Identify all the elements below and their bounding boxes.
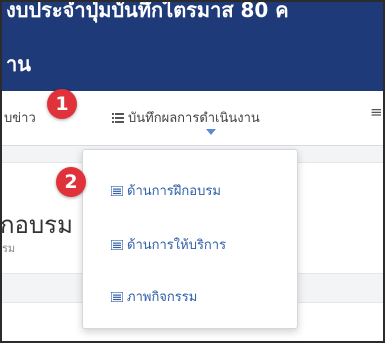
- dropdown-item-services[interactable]: ด้านการให้บริการ: [111, 234, 226, 255]
- list-icon: [111, 292, 123, 302]
- nav-item-record-results-label: บันทึกผลการดำเนินงาน: [128, 111, 260, 126]
- dropdown-item-activities[interactable]: ภาพกิจกรรม: [111, 286, 197, 307]
- step-badge-2: 2: [56, 167, 86, 197]
- dropdown-caret-icon: [206, 129, 216, 135]
- list-icon: [112, 113, 124, 123]
- dropdown-item-training[interactable]: ด้านการฝึกอบรม: [111, 180, 221, 201]
- nav-item-news[interactable]: บข่าว: [4, 107, 36, 128]
- menu-toggle-icon[interactable]: ≡: [370, 103, 383, 121]
- header-title-line2: าน: [6, 52, 31, 76]
- list-icon: [111, 186, 123, 196]
- header-title-line1: งบประจำปุ่มบันทึกไตรมาส 80 ค: [6, 2, 289, 22]
- list-icon: [111, 240, 123, 250]
- nav-item-record-results[interactable]: บันทึกผลการดำเนินงาน: [112, 107, 260, 128]
- screenshot-frame: งบประจำปุ่มบันทึกไตรมาส 80 ค าน บข่าว บั…: [0, 0, 385, 343]
- step-badge-1: 1: [47, 89, 77, 119]
- site-header: งบประจำปุ่มบันทึกไตรมาส 80 ค าน: [2, 2, 383, 91]
- dropdown-item-services-label: ด้านการให้บริการ: [127, 238, 227, 253]
- dropdown-item-training-label: ด้านการฝึกอบรม: [127, 184, 221, 199]
- page-subtitle: รม: [2, 242, 16, 255]
- record-results-dropdown: ด้านการฝึกอบรม ด้านการให้บริการ ภาพกิจกร…: [82, 149, 298, 329]
- dropdown-item-activities-label: ภาพกิจกรรม: [127, 290, 198, 305]
